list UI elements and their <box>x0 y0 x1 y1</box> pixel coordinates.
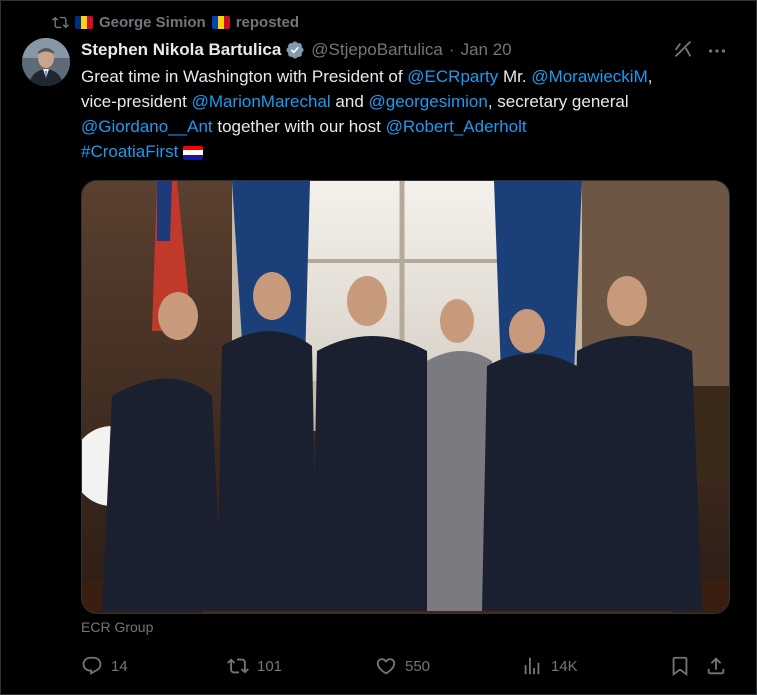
tweet-actions: 14 101 550 14K <box>81 652 731 680</box>
group-photo-image <box>82 181 729 613</box>
tweet-text: Great time in Washington with President … <box>81 64 731 164</box>
like-count: 550 <box>405 657 431 675</box>
tweet-date[interactable]: Jan 20 <box>461 40 512 60</box>
author-name[interactable]: Stephen Nikola Bartulica <box>81 40 281 60</box>
tweet-text-segment: , secretary general <box>487 92 629 111</box>
bookmark-button[interactable] <box>669 652 691 680</box>
hashtag-croatiafirst[interactable]: #CroatiaFirst <box>81 142 178 161</box>
romania-flag-icon <box>75 15 93 29</box>
views-icon <box>524 657 540 675</box>
views-count: 14K <box>551 657 578 675</box>
tweet-text-segment: Mr. <box>498 67 532 86</box>
repost-context[interactable]: George Simion reposted <box>52 12 299 32</box>
more-icon[interactable] <box>706 40 728 62</box>
reply-icon <box>82 656 102 675</box>
tweet-text-segment: together with our host <box>212 117 386 136</box>
tweet-header: Stephen Nikola Bartulica @StjepoBartulic… <box>81 38 741 62</box>
like-button[interactable]: 550 <box>375 652 430 680</box>
retweet-icon <box>227 658 249 674</box>
tweet-line-3: @Giordano__Ant together with our host @R… <box>81 114 731 139</box>
mention-morawieckim[interactable]: @MorawieckiM <box>531 67 647 86</box>
tweet-line-4: #CroatiaFirst <box>81 139 731 164</box>
author-handle[interactable]: @StjepoBartulica <box>311 40 443 60</box>
views-button[interactable]: 14K <box>521 652 578 680</box>
share-icon <box>707 657 725 675</box>
mention-robert-aderholt[interactable]: @Robert_Aderholt <box>386 117 527 136</box>
separator-dot: · <box>448 40 455 59</box>
verified-badge-icon[interactable] <box>285 40 305 60</box>
share-button[interactable] <box>705 652 727 680</box>
croatia-flag-icon <box>183 145 204 160</box>
repost-icon <box>52 16 69 28</box>
retweet-button[interactable]: 101 <box>227 652 282 680</box>
tweet-line-1: Great time in Washington with President … <box>81 64 731 89</box>
author-avatar[interactable] <box>22 38 70 86</box>
tweet-line-2: vice-president @MarionMarechal and @geor… <box>81 89 731 114</box>
tweet-text-segment: Great time in Washington with President … <box>81 67 408 86</box>
like-icon <box>376 658 396 675</box>
reply-count: 14 <box>111 657 128 675</box>
media-source[interactable]: ECR Group <box>81 619 153 635</box>
grok-icon[interactable] <box>672 38 694 60</box>
repost-label: reposted <box>235 13 300 31</box>
tweet-text-segment: and <box>330 92 369 111</box>
repost-user[interactable]: George Simion <box>99 14 206 31</box>
mention-ecrparty[interactable]: @ECRparty <box>407 67 498 86</box>
mention-marionmarechal[interactable]: @MarionMarechal <box>192 92 331 111</box>
retweet-count: 101 <box>257 657 283 675</box>
bookmark-icon <box>672 656 688 677</box>
mention-georgesimion[interactable]: @georgesimion <box>369 92 488 111</box>
tweet-photo[interactable] <box>81 180 730 614</box>
tweet-text-segment: , <box>647 67 653 86</box>
moldova-flag-icon <box>211 15 230 29</box>
mention-giordano-ant[interactable]: @Giordano__Ant <box>81 117 213 136</box>
tweet-text-segment: vice-president <box>81 92 192 111</box>
reply-button[interactable]: 14 <box>81 652 128 680</box>
